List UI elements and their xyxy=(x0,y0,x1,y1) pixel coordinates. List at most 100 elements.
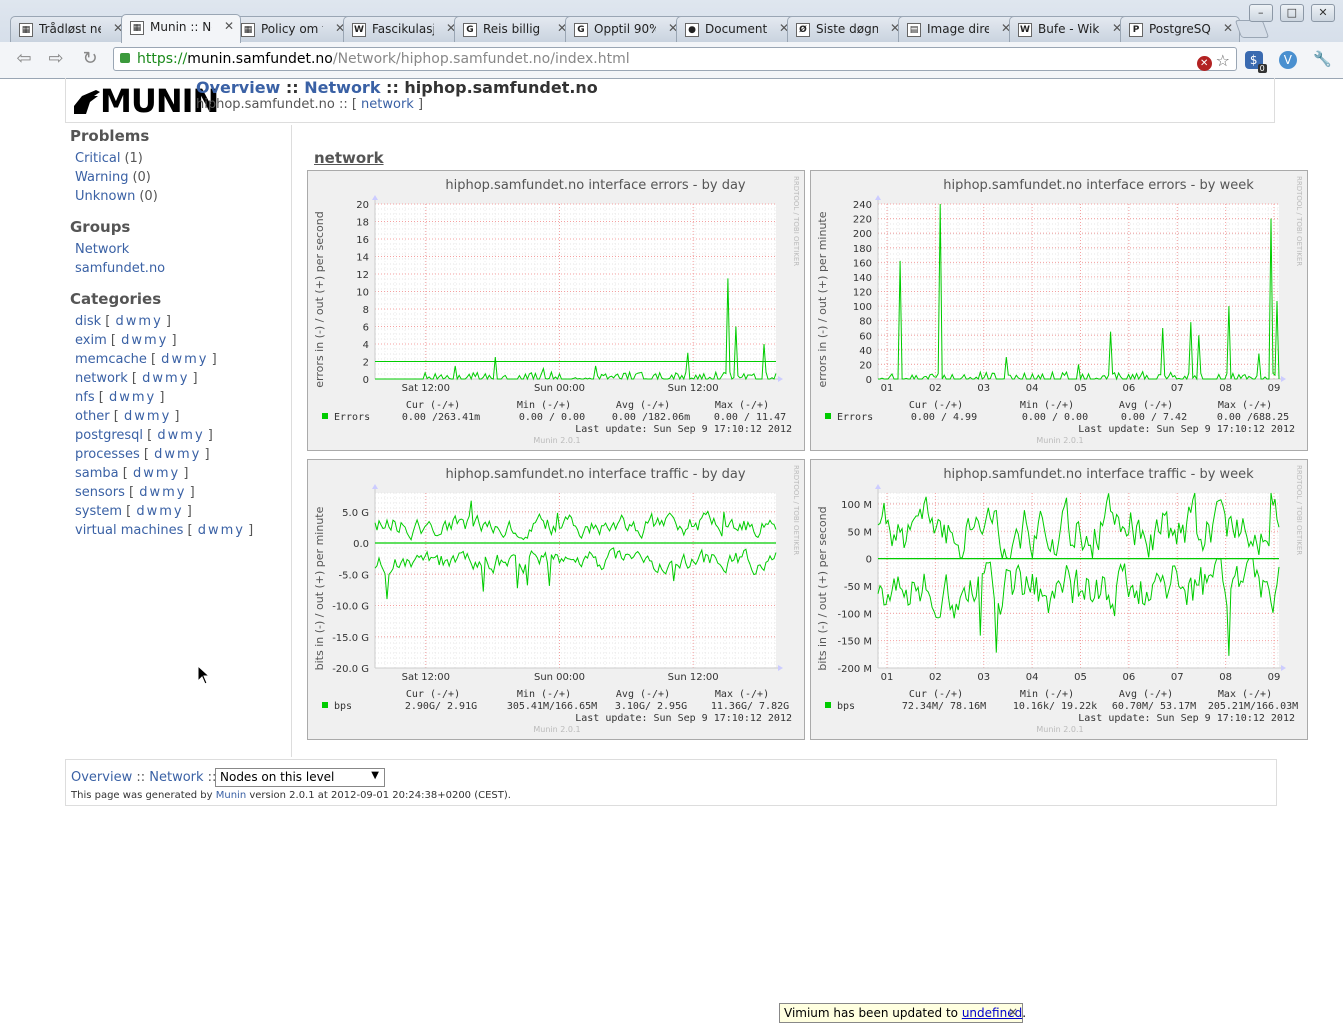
period-link[interactable]: m xyxy=(165,371,178,386)
period-link[interactable]: y xyxy=(171,466,179,481)
period-link[interactable]: m xyxy=(180,428,193,443)
period-link[interactable]: m xyxy=(162,485,175,500)
category-link[interactable]: postgresql xyxy=(75,428,143,443)
period-link[interactable]: w xyxy=(134,409,145,424)
tab-9[interactable]: WBufe - Wikip✕ xyxy=(1009,16,1129,42)
period-link[interactable]: w xyxy=(126,314,137,329)
period-link[interactable]: d xyxy=(142,371,150,386)
period-link[interactable]: d xyxy=(116,314,124,329)
graph-1[interactable]: hiphop.samfundet.no interface errors - b… xyxy=(810,170,1308,451)
back-arrow-icon[interactable]: ⇦ xyxy=(12,48,36,70)
tab-10[interactable]: P PostgreSQ ✕ xyxy=(1120,16,1240,42)
tab-4[interactable]: G Reis billig n ✕ xyxy=(454,16,574,42)
bookmark-star-icon[interactable]: ☆ xyxy=(1216,51,1230,70)
category-link[interactable]: disk xyxy=(75,314,101,329)
period-link[interactable]: y xyxy=(177,485,185,500)
period-link[interactable]: y xyxy=(195,428,203,443)
period-link[interactable]: d xyxy=(157,428,165,443)
category-link[interactable]: system xyxy=(75,504,122,519)
tab-8[interactable]: ▤Image direc✕ xyxy=(898,16,1018,42)
period-link[interactable]: d xyxy=(136,504,144,519)
wrench-icon[interactable]: 🔧 xyxy=(1313,50,1332,68)
tab-6[interactable]: ●Documenta✕ xyxy=(676,16,796,42)
period-link[interactable]: w xyxy=(164,447,175,462)
period-link[interactable]: m xyxy=(138,314,151,329)
period-link[interactable]: w xyxy=(119,390,130,405)
reload-icon[interactable]: ↻ xyxy=(78,48,102,70)
tab-5[interactable]: G Opptil 90% ✕ xyxy=(565,16,685,42)
maximize-button[interactable]: □ xyxy=(1279,4,1304,22)
section-title[interactable]: network xyxy=(314,149,384,167)
problem-link-unknown[interactable]: Unknown xyxy=(75,189,135,204)
problem-link-critical[interactable]: Critical xyxy=(75,151,120,166)
tab-close-icon[interactable]: ✕ xyxy=(224,19,234,33)
period-link[interactable]: m xyxy=(159,504,172,519)
period-link[interactable]: y xyxy=(180,371,188,386)
category-link[interactable]: network xyxy=(75,371,128,386)
period-link[interactable]: d xyxy=(198,523,206,538)
address-bar[interactable]: https://munin.samfundet.no/Network/hipho… xyxy=(113,47,1237,71)
munin-logo[interactable]: MUNIN xyxy=(72,84,219,118)
graph-0[interactable]: hiphop.samfundet.no interface errors - b… xyxy=(307,170,805,451)
period-link[interactable]: m xyxy=(132,390,145,405)
graph-2[interactable]: hiphop.samfundet.no interface traffic - … xyxy=(307,459,805,740)
tab-0[interactable]: ▦ Trådløst ne ✕ xyxy=(10,16,130,42)
group-link[interactable]: samfundet.no xyxy=(75,261,165,276)
period-link[interactable]: d xyxy=(133,466,141,481)
tab-2[interactable]: ▦ Policy om t ✕ xyxy=(232,16,352,42)
period-link[interactable]: y xyxy=(147,390,155,405)
period-link[interactable]: m xyxy=(221,523,234,538)
problem-link-warning[interactable]: Warning xyxy=(75,170,128,185)
tab-7[interactable]: Ø Siste døgn ✕ xyxy=(787,16,907,42)
new-tab-button[interactable] xyxy=(1234,20,1270,38)
period-link[interactable]: y xyxy=(162,409,170,424)
category-link[interactable]: memcache xyxy=(75,352,147,367)
period-link[interactable]: d xyxy=(109,390,117,405)
group-link[interactable]: Network xyxy=(75,242,129,257)
footer-crumb-network[interactable]: Network xyxy=(149,770,203,785)
extension-badge-icon[interactable]: $0 xyxy=(1244,51,1267,73)
period-link[interactable]: d xyxy=(154,447,162,462)
period-link[interactable]: m xyxy=(156,466,169,481)
category-link[interactable]: nfs xyxy=(75,390,95,405)
period-link[interactable]: y xyxy=(235,523,243,538)
period-link[interactable]: y xyxy=(153,314,161,329)
category-link[interactable]: exim xyxy=(75,333,107,348)
nodes-select[interactable]: Nodes on this level ▼ xyxy=(215,768,385,787)
period-link[interactable]: w xyxy=(168,428,179,443)
category-link[interactable]: samba xyxy=(75,466,119,481)
period-link[interactable]: y xyxy=(199,352,207,367)
period-link[interactable]: w xyxy=(149,485,160,500)
crumb-network[interactable]: Network xyxy=(304,78,380,97)
period-link[interactable]: d xyxy=(139,485,147,500)
forward-arrow-icon[interactable]: ⇨ xyxy=(44,48,68,70)
period-link[interactable]: y xyxy=(192,447,200,462)
category-link-network[interactable]: network xyxy=(361,97,414,112)
tab-1[interactable]: ▦ Munin :: Net ✕ xyxy=(121,14,241,43)
graph-3[interactable]: hiphop.samfundet.no interface traffic - … xyxy=(810,459,1308,740)
period-link[interactable]: w xyxy=(208,523,219,538)
period-link[interactable]: w xyxy=(171,352,182,367)
tab-close-icon[interactable]: ✕ xyxy=(1223,21,1233,35)
period-link[interactable]: d xyxy=(161,352,169,367)
tab-3[interactable]: WFascikulasjo✕ xyxy=(343,16,463,42)
period-link[interactable]: m xyxy=(147,409,160,424)
category-link[interactable]: processes xyxy=(75,447,140,462)
period-link[interactable]: w xyxy=(147,504,158,519)
period-link[interactable]: w xyxy=(131,333,142,348)
close-window-button[interactable]: ✕ xyxy=(1311,4,1335,22)
period-link[interactable]: w xyxy=(152,371,163,386)
period-link[interactable]: d xyxy=(124,409,132,424)
period-link[interactable]: m xyxy=(177,447,190,462)
munin-link[interactable]: Munin xyxy=(216,790,246,801)
block-icon[interactable]: ✕ xyxy=(1196,56,1212,71)
period-link[interactable]: m xyxy=(144,333,157,348)
period-link[interactable]: y xyxy=(159,333,167,348)
vimium-icon[interactable]: V xyxy=(1278,51,1297,69)
minimize-button[interactable]: – xyxy=(1248,4,1273,22)
footer-crumb-overview[interactable]: Overview xyxy=(71,770,132,785)
crumb-overview[interactable]: Overview xyxy=(196,78,280,97)
period-link[interactable]: d xyxy=(121,333,129,348)
category-link[interactable]: other xyxy=(75,409,110,424)
period-link[interactable]: y xyxy=(174,504,182,519)
